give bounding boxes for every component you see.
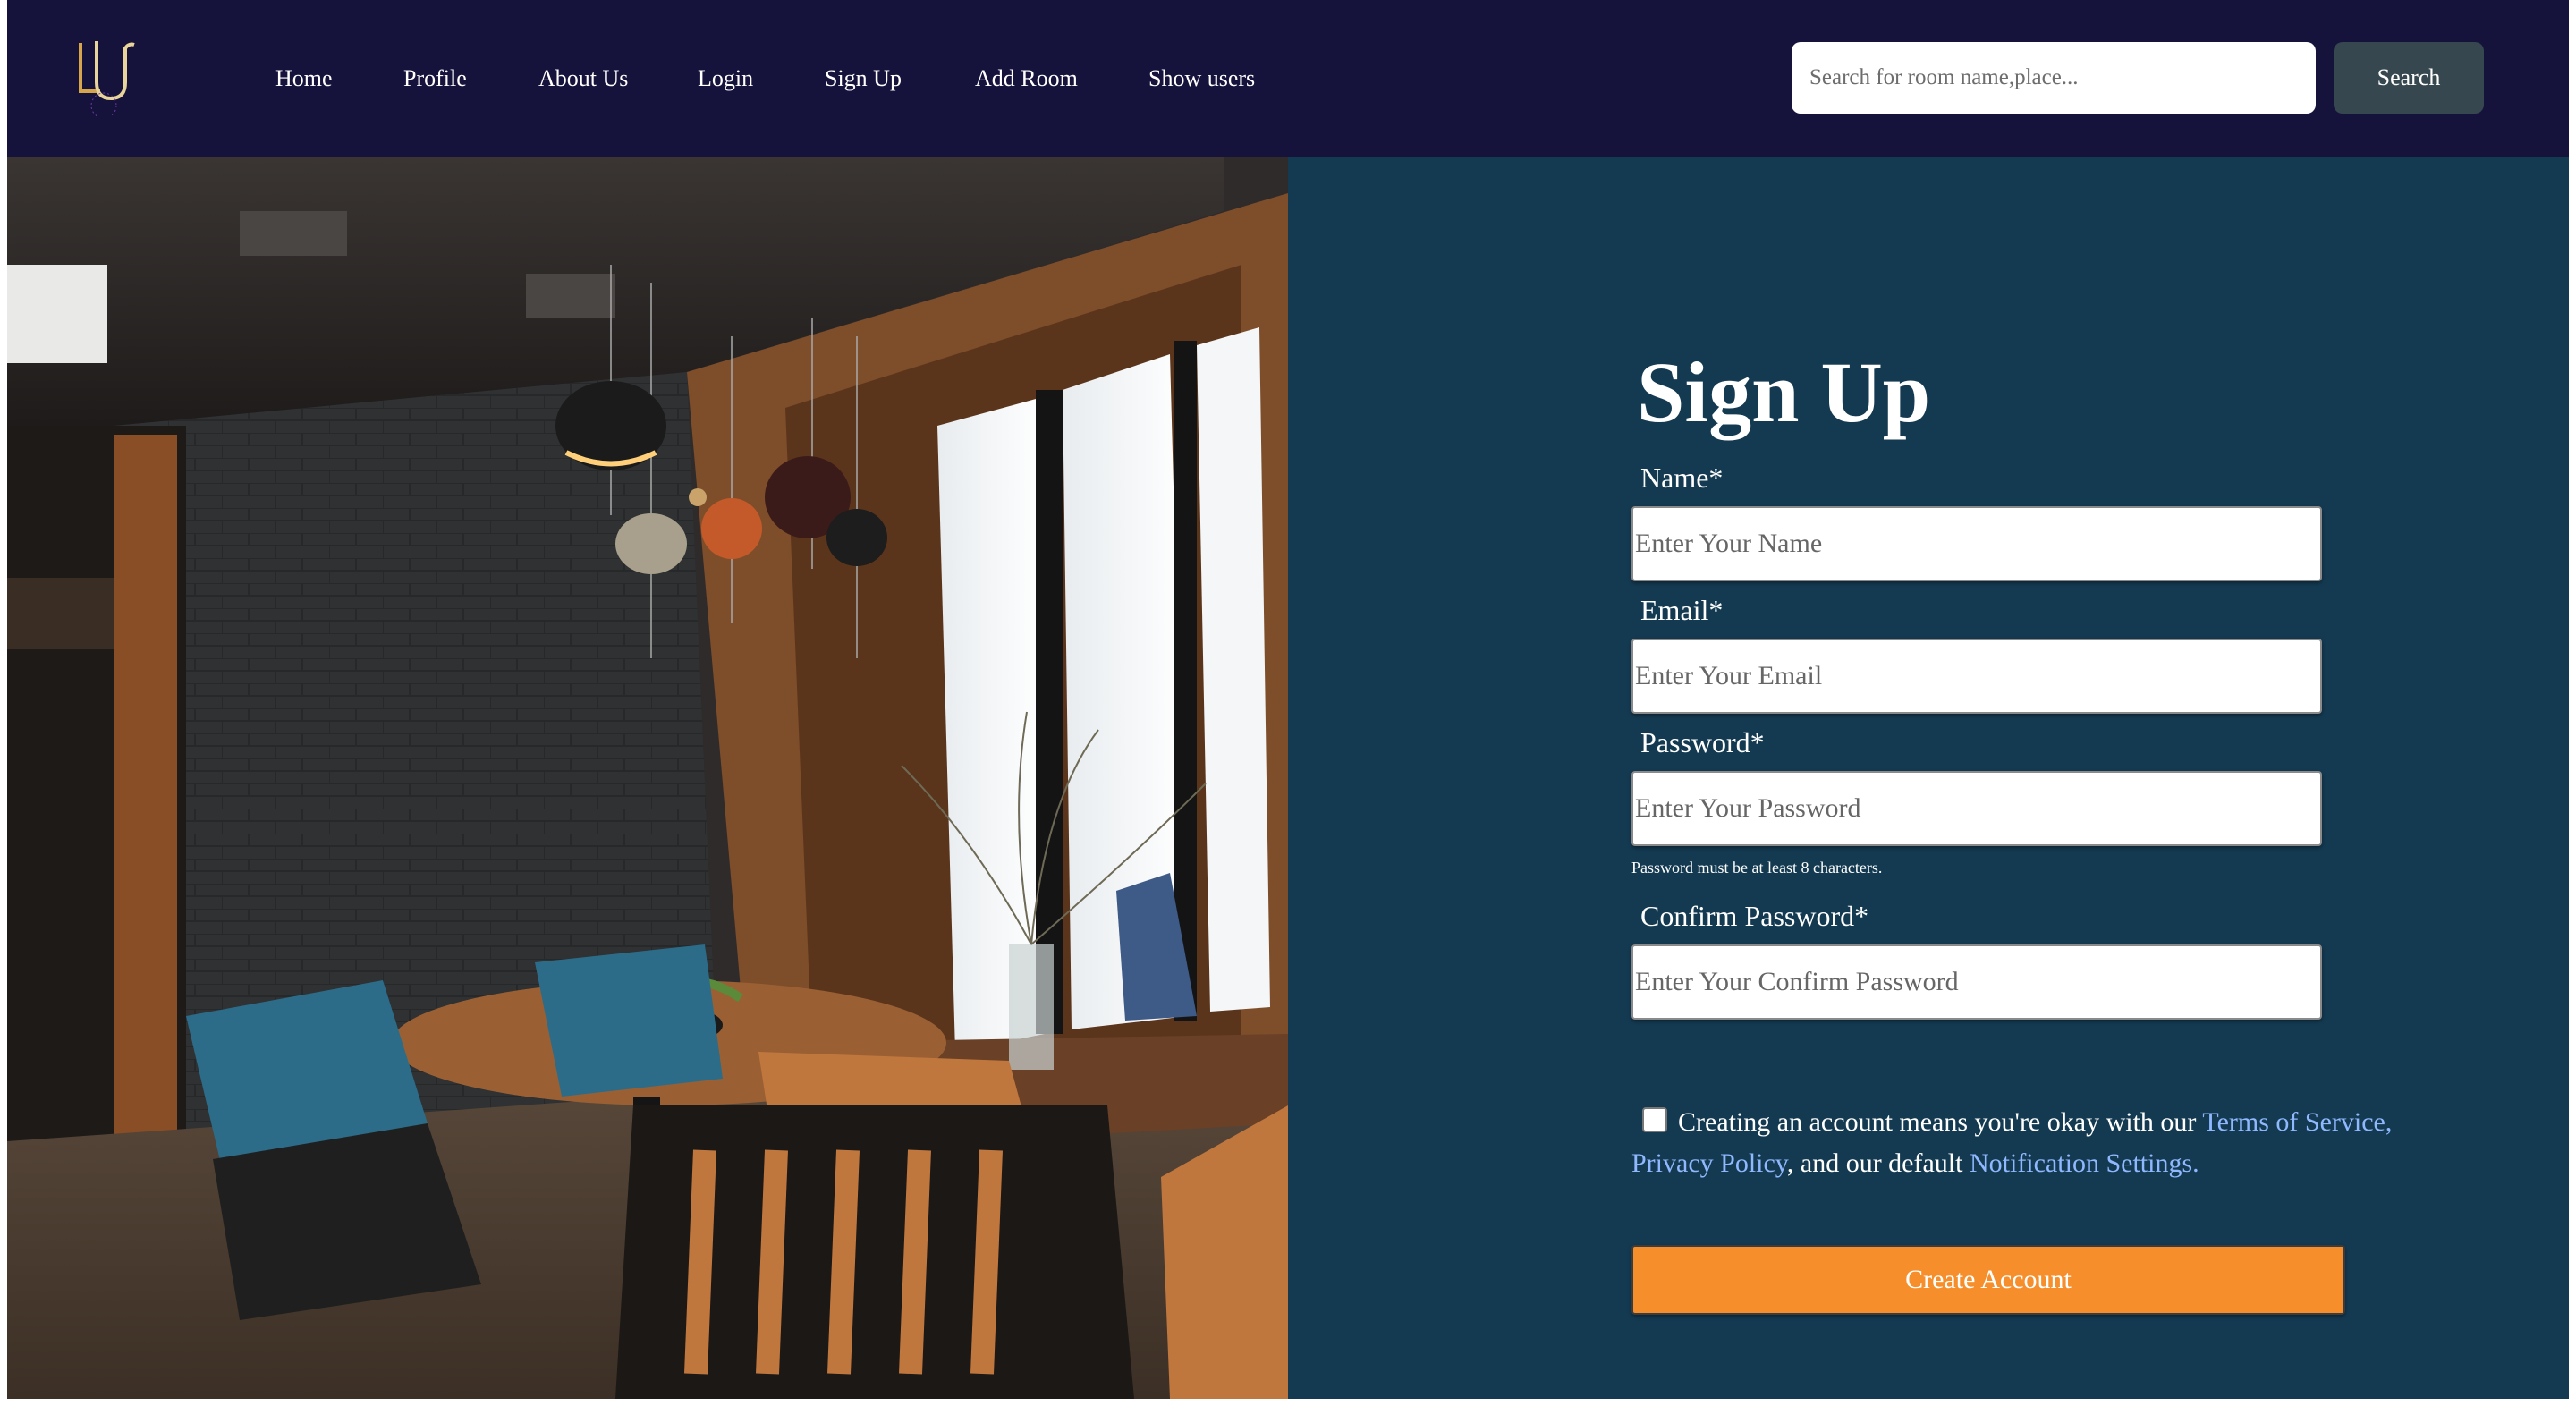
create-account-button[interactable]: Create Account (1631, 1245, 2345, 1315)
email-label: Email* (1640, 594, 1724, 626)
privacy-policy-link[interactable]: Privacy Policy (1631, 1148, 1787, 1178)
password-hint: Password must be at least 8 characters. (1631, 859, 1883, 877)
search-input[interactable] (1792, 42, 2316, 114)
room-photo (7, 157, 1288, 1399)
terms-checkbox[interactable] (1642, 1107, 1667, 1132)
consent-text-before: Creating an account means you're okay wi… (1678, 1107, 2203, 1137)
nav-about-us[interactable]: About Us (538, 61, 628, 97)
page-title: Sign Up (1637, 344, 1931, 440)
confirm-password-input[interactable] (1631, 944, 2322, 1020)
nav-show-users[interactable]: Show users (1148, 61, 1255, 97)
consent-text-middle: , and our default (1786, 1148, 1970, 1178)
nav-add-room[interactable]: Add Room (975, 61, 1078, 97)
nav-sign-up[interactable]: Sign Up (825, 61, 902, 97)
name-label: Name* (1640, 462, 1724, 494)
site-logo[interactable] (70, 36, 145, 119)
notification-settings-link[interactable]: Notification Settings. (1970, 1148, 2199, 1178)
nav-profile[interactable]: Profile (403, 61, 467, 97)
page: Home Profile About Us Login Sign Up Add … (7, 0, 2569, 1399)
password-input[interactable] (1631, 771, 2322, 846)
nav-login[interactable]: Login (698, 61, 753, 97)
search-button[interactable]: Search (2334, 42, 2484, 114)
terms-of-service-link[interactable]: Terms of Service, (2202, 1107, 2392, 1137)
name-input[interactable] (1631, 506, 2322, 581)
signup-panel: Sign Up Name* Email* Password* Password … (1288, 157, 2569, 1399)
room-illustration (7, 157, 1288, 1399)
logo-icon (79, 41, 135, 119)
email-input[interactable] (1631, 639, 2322, 714)
confirm-password-label: Confirm Password* (1640, 900, 1869, 932)
terms-consent: Creating an account means you're okay wi… (1631, 1102, 2436, 1184)
nav-home[interactable]: Home (275, 61, 333, 97)
password-label: Password* (1640, 726, 1765, 758)
navbar: Home Profile About Us Login Sign Up Add … (7, 0, 2569, 157)
